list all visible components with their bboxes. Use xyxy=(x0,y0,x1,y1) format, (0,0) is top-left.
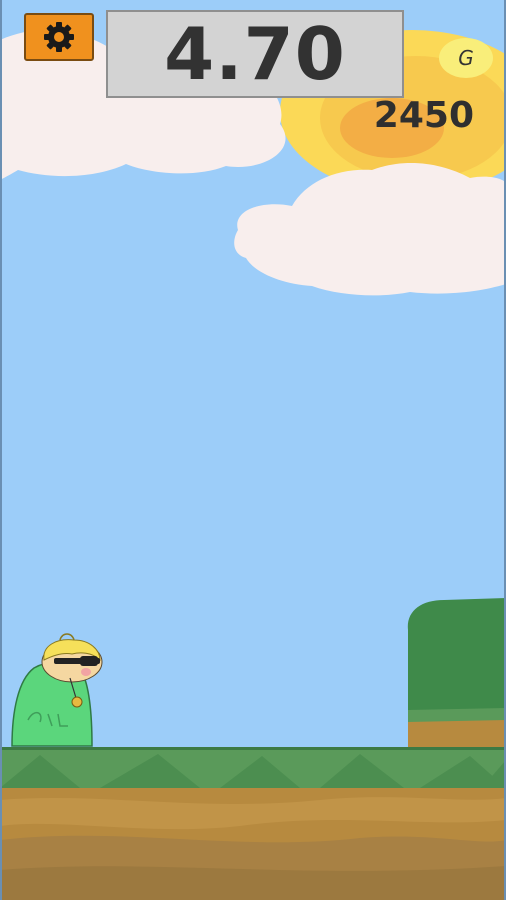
currency-badge: G xyxy=(439,38,493,78)
ground-grass xyxy=(0,747,506,790)
timer-display: 4.70 xyxy=(106,10,404,98)
settings-button[interactable] xyxy=(24,13,94,61)
cloud-right xyxy=(234,163,506,296)
gear-icon xyxy=(44,22,74,52)
player-character xyxy=(11,633,103,747)
game-scene[interactable]: 4.70 G 2450 xyxy=(0,0,506,900)
bush xyxy=(407,598,506,748)
left-border xyxy=(0,0,2,900)
timer-value: 4.70 xyxy=(164,12,346,96)
score-value: 2450 xyxy=(373,95,474,136)
ground-dirt xyxy=(0,788,506,900)
currency-symbol: G xyxy=(458,46,474,70)
